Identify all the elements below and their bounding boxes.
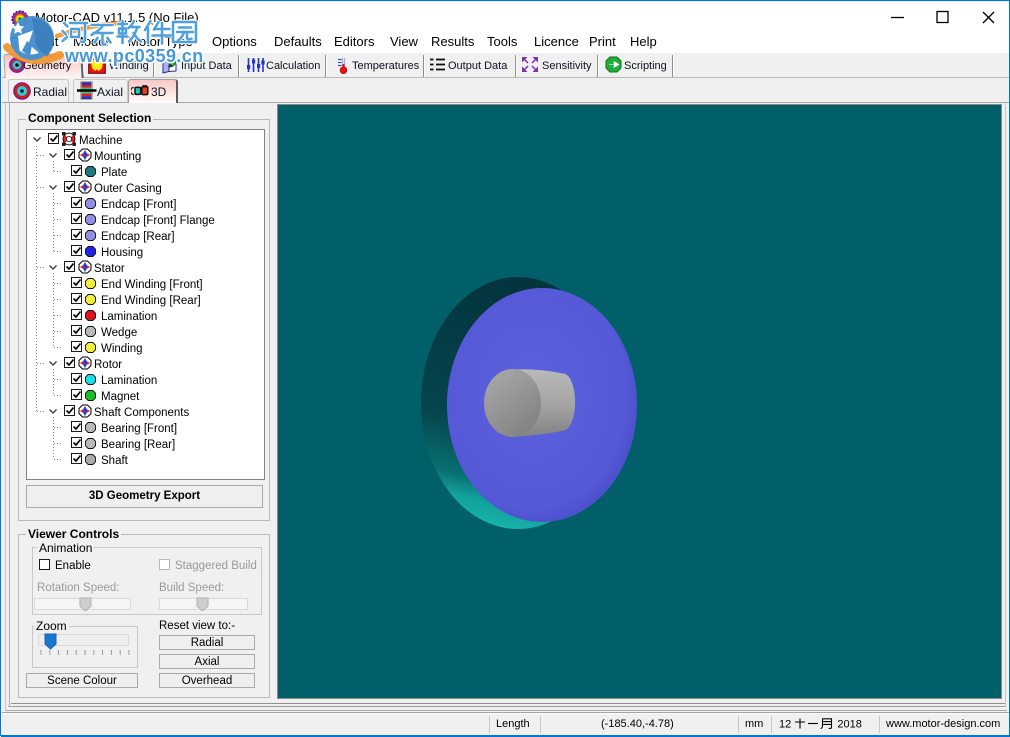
svg-text:www.pc0359.cn: www.pc0359.cn: [64, 46, 204, 66]
